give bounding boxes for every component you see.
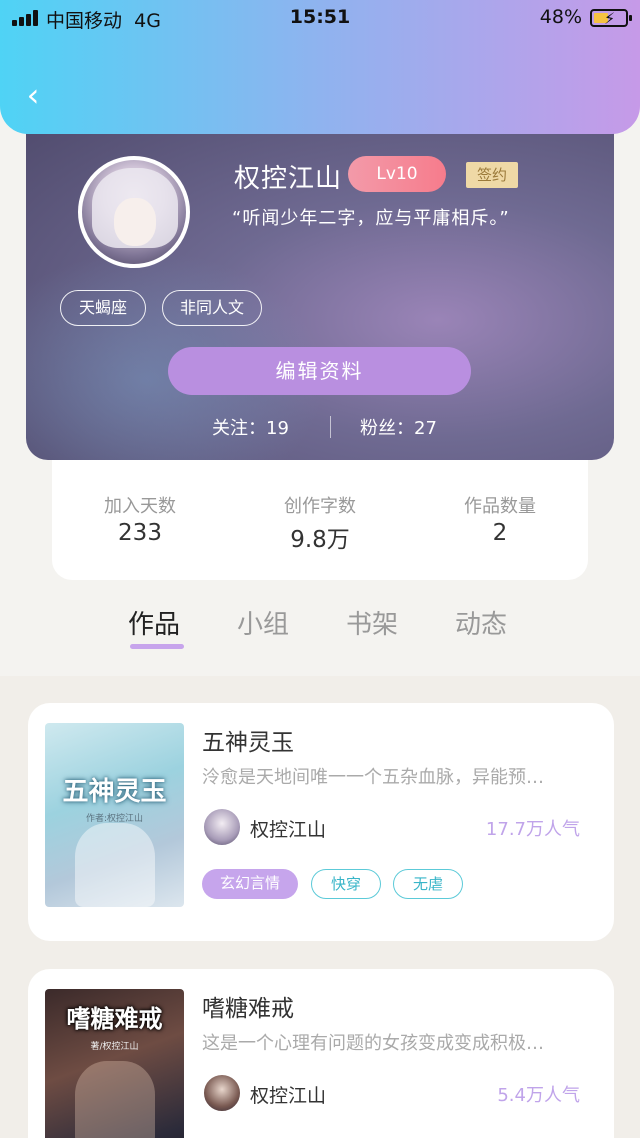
cover-title: 嗜糖难戒	[66, 1005, 163, 1033]
author-row: 权控江山 17.7万人气	[202, 807, 602, 849]
cover-title: 五神灵玉	[62, 777, 167, 807]
work-card[interactable]: 五神灵玉 作者:权控江山 五神灵玉 泠愈是天地间唯一一个五杂血脉，异能预… 权控…	[28, 703, 614, 941]
cover-subtitle: 作者:权控江山	[85, 814, 144, 824]
genre-tag[interactable]: 快穿	[311, 869, 381, 899]
profile-tag: 天蝎座	[60, 290, 146, 326]
popularity-count: 5.4万人气	[497, 1085, 580, 1106]
battery-percent: 48%	[539, 6, 582, 28]
tab-groups[interactable]: 小组	[237, 604, 289, 641]
genre-tag[interactable]: 玄幻言情	[202, 869, 298, 899]
stat-label: 创作字数	[284, 496, 356, 517]
book-cover[interactable]: 嗜糖难戒 著/权控江山	[45, 989, 184, 1138]
avatar[interactable]	[78, 156, 190, 268]
stat-word-count: 创作字数 9.8万	[240, 492, 400, 554]
work-description: 泠愈是天地间唯一一个五杂血脉，异能预…	[202, 767, 544, 788]
work-title[interactable]: 嗜糖难戒	[202, 989, 294, 1023]
author-avatar[interactable]	[202, 1073, 242, 1113]
divider	[330, 416, 331, 438]
book-cover[interactable]: 五神灵玉 作者:权控江山	[45, 723, 184, 907]
user-name: 权控江山	[234, 164, 343, 194]
stat-value: 2	[492, 520, 508, 546]
genre-tag[interactable]: 无虐	[393, 869, 463, 899]
stat-join-days: 加入天数 233	[60, 492, 220, 546]
signed-badge: 签约	[466, 162, 518, 188]
stat-value: 233	[118, 520, 162, 546]
author-avatar[interactable]	[202, 807, 242, 847]
header-bar: 中国移动 4G 15:51 48% ⚡ ‹	[0, 0, 640, 134]
popularity-count: 17.7万人气	[485, 819, 580, 840]
profile-card: 权控江山 Lv10 签约 “听闻少年二字，应与平庸相斥。” 天蝎座 非同人文 编…	[26, 110, 614, 460]
back-button[interactable]: ‹	[16, 78, 50, 112]
following-count[interactable]: 关注：19	[212, 414, 289, 440]
stat-value: 9.8万	[290, 527, 350, 553]
profile-tag: 非同人文	[162, 290, 262, 326]
author-row: 权控江山 5.4万人气	[202, 1073, 602, 1115]
fans-count[interactable]: 粉丝：27	[360, 414, 437, 440]
genre-tags: 玄幻言情 快穿 无虐	[202, 869, 602, 901]
battery-icon: ⚡	[590, 9, 632, 28]
work-title[interactable]: 五神灵玉	[202, 723, 294, 757]
work-card[interactable]: 嗜糖难戒 著/权控江山 嗜糖难戒 这是一个心理有问题的女孩变成变成积极… 权控江…	[28, 969, 614, 1138]
tab-activity[interactable]: 动态	[455, 604, 507, 641]
status-bar: 中国移动 4G 15:51 48% ⚡	[0, 0, 640, 36]
edit-profile-button[interactable]: 编辑资料	[168, 347, 471, 395]
tab-works[interactable]: 作品	[128, 604, 180, 641]
work-description: 这是一个心理有问题的女孩变成变成积极…	[202, 1033, 544, 1054]
cover-subtitle: 著/权控江山	[90, 1042, 139, 1052]
follow-stats: 关注：19 粉丝：27	[26, 414, 614, 440]
active-tab-indicator	[130, 644, 184, 649]
chevron-left-icon: ‹	[26, 76, 40, 114]
stat-works-count: 作品数量 2	[420, 492, 580, 546]
user-motto: “听闻少年二字，应与平庸相斥。”	[232, 208, 510, 229]
stats-card: 加入天数 233 创作字数 9.8万 作品数量 2	[52, 440, 588, 580]
author-name[interactable]: 权控江山	[250, 815, 326, 842]
stat-label: 加入天数	[104, 496, 176, 517]
profile-tabs: 作品 小组 书架 动态	[0, 598, 640, 658]
author-name[interactable]: 权控江山	[250, 1081, 326, 1108]
tab-bookshelf[interactable]: 书架	[346, 604, 398, 641]
level-badge: Lv10	[348, 156, 446, 192]
stat-label: 作品数量	[464, 496, 536, 517]
